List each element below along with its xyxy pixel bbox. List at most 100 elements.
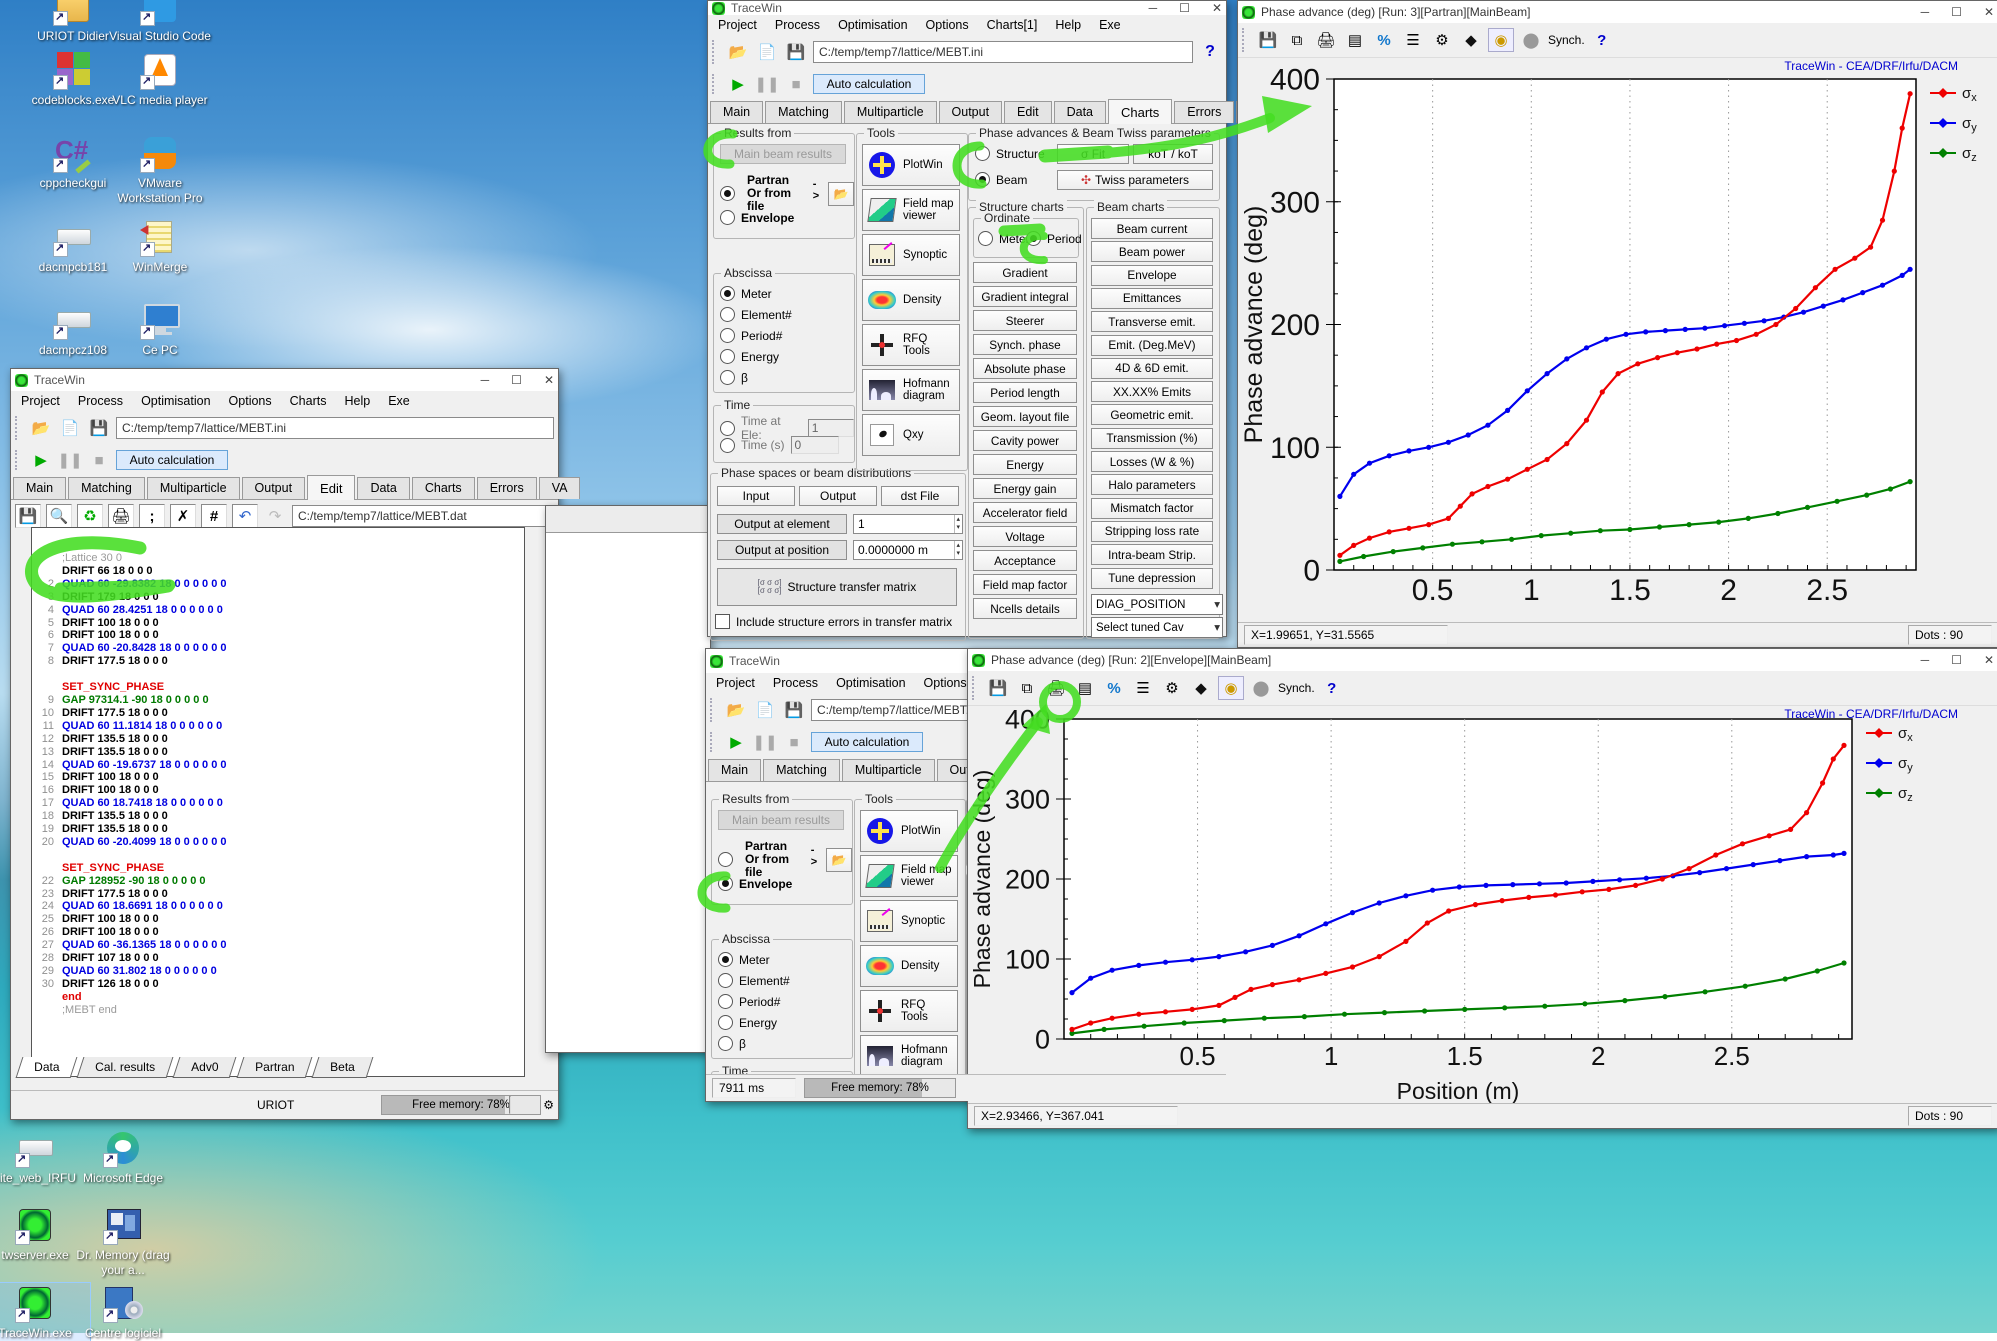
desktop-icon-winmerge[interactable]: WinMerge [105,217,215,275]
radio-icon[interactable] [975,146,990,161]
radio-icon[interactable] [720,438,735,453]
tab-matching[interactable]: Matching [763,759,840,781]
radio-abscissa--[interactable]: β [720,370,748,385]
hofmann-diagram-button[interactable]: Hofmann diagram [860,1035,958,1077]
radio-icon[interactable] [720,286,735,301]
tab-charts[interactable]: Charts [1108,99,1172,124]
time-value-field[interactable]: 1 [808,419,854,437]
hofmann-diagram-button[interactable]: Hofmann diagram [862,369,960,411]
new-file-icon[interactable]: 📄 [755,41,779,63]
structure-chart-energy-gain-button[interactable]: Energy gain [973,478,1077,499]
tab-charts[interactable]: Charts [412,477,475,499]
active-dot-icon[interactable]: ◉ [1488,28,1514,52]
desktop-icon-dr-memory-drag-your-a-[interactable]: Dr. Memory (drag your a... [68,1205,178,1278]
radio-icon[interactable] [718,1015,733,1030]
structure-chart-gradient-button[interactable]: Gradient [973,262,1077,283]
structure-chart-absolute-phase-button[interactable]: Absolute phase [973,358,1077,379]
menu-charts[interactable]: Charts [290,394,327,408]
radio-abscissa-meter[interactable]: Meter [720,286,772,301]
number-icon[interactable]: # [201,504,227,528]
radio-icon[interactable] [718,1036,733,1051]
menu-project[interactable]: Project [716,676,755,690]
pause-icon[interactable]: ❚❚ [755,73,779,95]
radio-structure[interactable]: Structure [975,146,1045,161]
open-folder-icon[interactable]: 📂 [29,417,53,439]
desktop-icon-visual-studio-code[interactable]: Visual Studio Code [105,0,215,44]
radio-icon[interactable] [720,307,735,322]
stop-icon[interactable]: ■ [784,73,808,95]
dropdown-select-tuned-cav[interactable]: Select tuned Cav [1091,617,1223,638]
new-file-icon[interactable]: 📄 [58,417,82,439]
phase-spaces-dst-file-button[interactable]: dst File [881,486,959,506]
phase-advance-plot-window-run2[interactable]: Phase advance (deg) [Run: 2][Envelope][M… [967,648,1997,1129]
plotwin-button[interactable]: PlotWin [862,144,960,186]
radio-partran[interactable]: PartranOr from file->📂 [720,174,854,213]
bottom-tab-beta[interactable]: Beta [312,1057,374,1078]
field-map-viewer-button[interactable]: Field map viewer [860,855,958,897]
percent-icon[interactable]: % [1372,29,1396,51]
settings-icon[interactable]: ⚙ [1430,29,1454,51]
radio-icon[interactable] [720,349,735,364]
project-path-field[interactable]: C:/temp/temp7/lattice/MEBT.ini [813,41,1193,63]
field-output-at-position[interactable]: 0.0000000 m [853,540,963,560]
radio-icon[interactable] [718,973,733,988]
beam-chart-losses-w--button[interactable]: Losses (W & %) [1091,451,1213,472]
remove-element-icon[interactable]: ✗ [170,504,196,528]
structure-chart-cavity-power-button[interactable]: Cavity power [973,430,1077,451]
radio-partran[interactable]: PartranOr from file->📂 [718,840,852,879]
context-help-icon[interactable]: ? [1590,29,1614,51]
save-icon[interactable]: 💾 [986,677,1010,699]
beam-chart-mismatch-factor-button[interactable]: Mismatch factor [1091,498,1213,519]
tab-main[interactable]: Main [708,759,761,781]
radio-ordinate-meter[interactable]: Meter [978,231,1030,246]
beam-chart-envelope-button[interactable]: Envelope [1091,265,1213,286]
open-result-file-button[interactable]: 📂 [826,848,852,872]
blank-window[interactable] [545,505,711,1053]
menu-help[interactable]: Help [344,394,370,408]
stop-icon[interactable]: ■ [782,731,806,753]
radio-abscissa-element-[interactable]: Element# [720,307,792,322]
structure-chart-geom-layout-file-button[interactable]: Geom. layout file [973,406,1077,427]
menu-exe[interactable]: Exe [388,394,410,408]
tab-matching[interactable]: Matching [68,477,145,499]
rfq-tools-button[interactable]: RFQ Tools [860,990,958,1032]
radio-icon[interactable] [720,210,735,225]
structure-chart-steerer-button[interactable]: Steerer [973,310,1077,331]
print-icon[interactable]: 🖨 [1314,29,1338,51]
title-bar[interactable]: TraceWin─☐✕ [708,1,1226,15]
structure-chart-synch-phase-button[interactable]: Synch. phase [973,334,1077,355]
time-value-field[interactable]: 0 [791,436,839,454]
structure-chart-gradient-integral-button[interactable]: Gradient integral [973,286,1077,307]
radio-abscissa-period-[interactable]: Period# [720,328,782,343]
save-icon[interactable]: 💾 [87,417,111,439]
radio-abscissa-energy[interactable]: Energy [718,1015,777,1030]
main-beam-results-button[interactable]: Main beam results [718,810,844,830]
bottom-tab-partran[interactable]: Partran [236,1057,312,1078]
beam-chart-tune-depression-button[interactable]: Tune depression [1091,568,1213,589]
synoptic-button[interactable]: Synoptic [862,234,960,276]
menu-bar[interactable]: ProjectProcessOptimisationOptionsChartsH… [11,391,558,411]
radio-icon[interactable] [975,172,990,187]
radio-envelope[interactable]: Envelope [718,876,792,891]
synoptic-button[interactable]: Synoptic [860,900,958,942]
window-controls[interactable]: ─☐✕ [1149,1,1222,15]
open-folder-icon[interactable]: 📂 [726,41,750,63]
table-icon[interactable]: ▤ [1343,29,1367,51]
sigma-fit-button[interactable]: σ Fit [1057,144,1129,164]
comment-icon[interactable]: ; [139,504,165,528]
beam-chart-transmission--button[interactable]: Transmission (%) [1091,428,1213,449]
new-file-icon[interactable]: 📄 [753,699,777,721]
radio-icon[interactable] [720,186,735,201]
menu-options[interactable]: Options [926,18,969,32]
stop-icon[interactable]: ■ [87,449,111,471]
checkbox-icon[interactable] [715,614,730,629]
menu-options[interactable]: Options [924,676,967,690]
plotwin-button[interactable]: PlotWin [860,810,958,852]
save-icon[interactable]: 💾 [782,699,806,721]
levels-icon[interactable]: ☰ [1401,29,1425,51]
radio-icon[interactable] [1026,231,1041,246]
run-icon[interactable]: ▶ [724,731,748,753]
structure-chart-voltage-button[interactable]: Voltage [973,526,1077,547]
tab-data[interactable]: Data [1054,101,1106,123]
dropdown-diag-position[interactable]: DIAG_POSITION [1091,594,1223,615]
